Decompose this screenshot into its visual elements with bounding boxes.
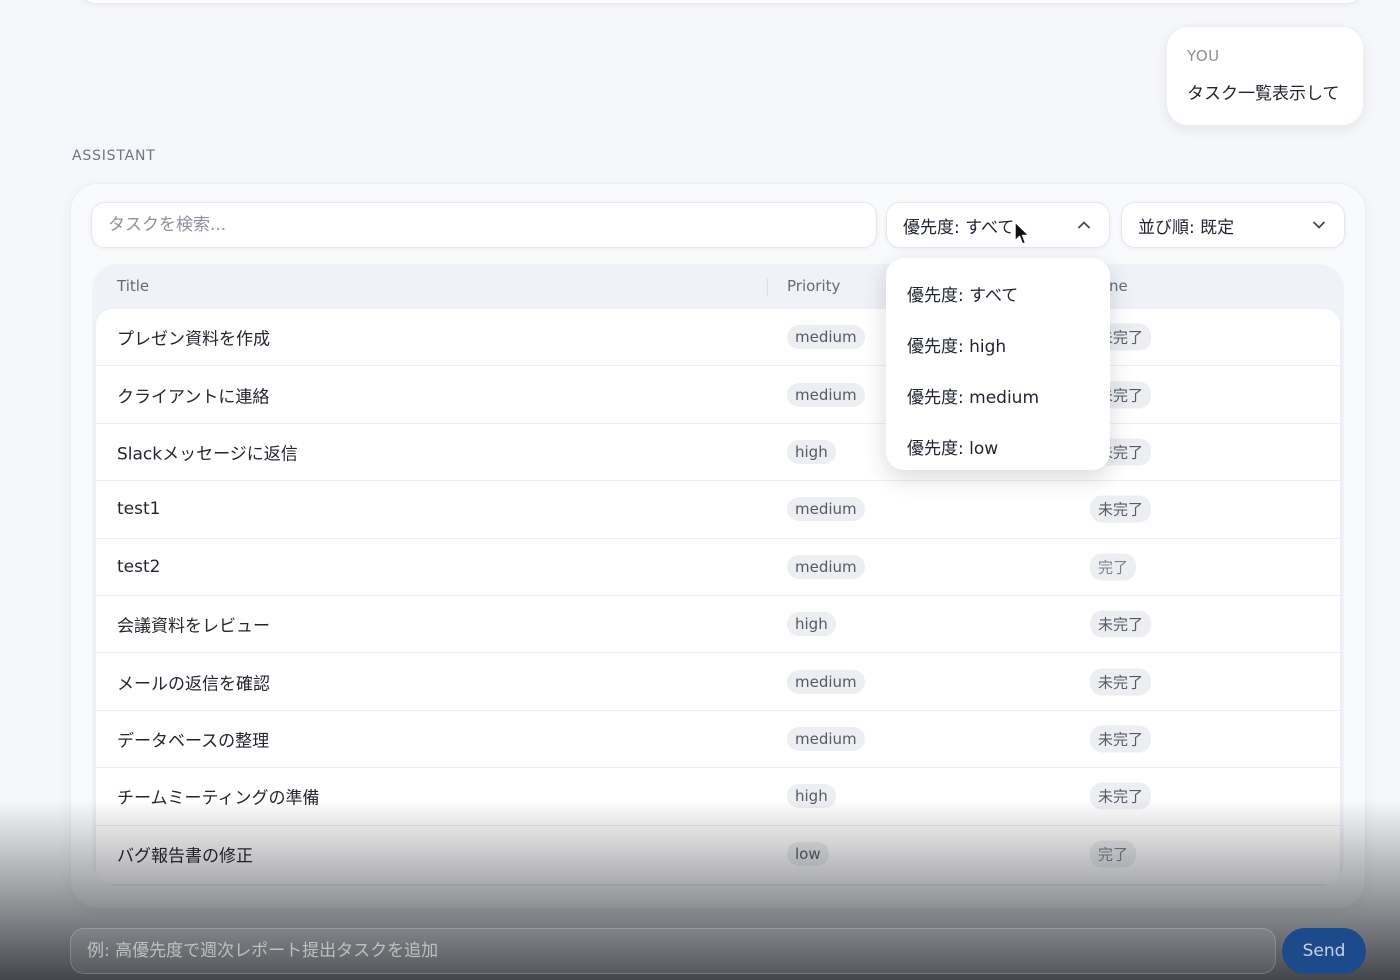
status-badge: 未完了 [1090, 668, 1152, 696]
task-title: test1 [117, 499, 161, 520]
send-button[interactable]: Send [1282, 928, 1366, 974]
status-badge: 完了 [1090, 840, 1137, 868]
column-header-done[interactable]: ne [1109, 277, 1128, 295]
priority-filter-value: 優先度: すべて [903, 217, 1015, 238]
user-role-label: YOU [1187, 47, 1220, 65]
chevron-down-icon [1313, 221, 1325, 229]
task-table: Title Priority ne プレゼン資料を作成 medium 未完了 ク… [92, 264, 1344, 886]
status-badge: 未完了 [1090, 725, 1152, 753]
table-row[interactable]: クライアントに連絡 medium 未完了 [96, 366, 1340, 424]
priority-option-medium[interactable]: 優先度: medium [886, 370, 1110, 421]
priority-badge: medium [787, 325, 865, 350]
task-title: データベースの整理 [117, 731, 270, 752]
priority-badge: low [787, 842, 829, 867]
task-search-input[interactable] [91, 202, 877, 248]
table-row[interactable]: test1 medium 未完了 [96, 481, 1340, 539]
status-badge: 未完了 [1090, 782, 1152, 810]
table-row[interactable]: プレゼン資料を作成 medium 未完了 [96, 309, 1340, 367]
task-title: Slackメッセージに返信 [117, 444, 298, 465]
column-header-priority[interactable]: Priority [787, 277, 840, 295]
priority-badge: medium [787, 497, 865, 522]
table-row[interactable]: Slackメッセージに返信 high 未完了 [96, 424, 1340, 482]
task-title: test2 [117, 556, 161, 577]
priority-option-low[interactable]: 優先度: low [886, 421, 1110, 472]
task-title: チームミーティングの準備 [117, 788, 320, 809]
priority-badge: medium [787, 669, 865, 694]
status-badge: 未完了 [1090, 610, 1152, 638]
table-row[interactable]: チームミーティングの準備 high 未完了 [96, 768, 1340, 826]
priority-badge: medium [787, 726, 865, 751]
user-message-text: タスク一覧表示して [1187, 84, 1340, 104]
chat-message-input[interactable] [70, 928, 1276, 974]
sort-order-value: 並び順: 既定 [1138, 217, 1235, 238]
priority-filter-select[interactable]: 優先度: すべて [886, 202, 1110, 248]
task-title: 会議資料をレビュー [117, 616, 270, 637]
assistant-role-label: ASSISTANT [72, 148, 156, 164]
task-title: メールの返信を確認 [117, 674, 270, 695]
chat-screen: YOU タスク一覧表示して ASSISTANT 優先度: すべて 並び順: 既定… [0, 0, 1400, 980]
table-row[interactable]: メールの返信を確認 medium 未完了 [96, 653, 1340, 711]
status-badge: 完了 [1090, 553, 1137, 581]
mouse-pointer-icon [1014, 221, 1030, 245]
user-message-bubble: YOU タスク一覧表示して [1166, 26, 1364, 126]
task-title: バグ報告書の修正 [117, 846, 253, 867]
priority-option-all[interactable]: 優先度: すべて [886, 268, 1110, 319]
priority-badge: high [787, 784, 836, 809]
table-row[interactable]: test2 medium 完了 [96, 539, 1340, 596]
table-row[interactable]: 会議資料をレビュー high 未完了 [96, 596, 1340, 654]
table-header: Title Priority ne [92, 264, 1344, 308]
column-header-title[interactable]: Title [117, 277, 149, 295]
column-divider [767, 278, 768, 296]
priority-option-high[interactable]: 優先度: high [886, 319, 1110, 370]
priority-badge: high [787, 612, 836, 637]
sort-order-select[interactable]: 並び順: 既定 [1121, 202, 1345, 248]
table-row[interactable]: バグ報告書の修正 low 完了 [96, 826, 1340, 883]
chevron-up-icon [1078, 221, 1090, 229]
previous-message-card [78, 0, 1364, 4]
priority-badge: medium [787, 554, 865, 579]
task-title: クライアントに連絡 [117, 387, 270, 408]
status-badge: 未完了 [1090, 495, 1152, 523]
table-body: プレゼン資料を作成 medium 未完了 クライアントに連絡 medium 未完… [96, 309, 1340, 884]
task-title: プレゼン資料を作成 [117, 329, 270, 350]
priority-badge: medium [787, 382, 865, 407]
priority-dropdown-menu: 優先度: すべて 優先度: high 優先度: medium 優先度: low [886, 258, 1110, 470]
priority-badge: high [787, 439, 836, 464]
table-row[interactable]: データベースの整理 medium 未完了 [96, 711, 1340, 769]
